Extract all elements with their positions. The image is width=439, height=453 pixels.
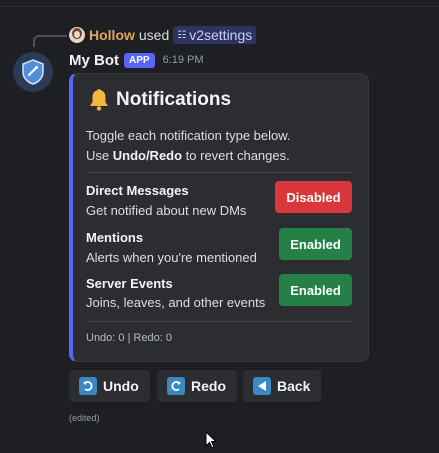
toggle-server-events-button[interactable]: Enabled [279, 274, 352, 306]
description-line-2: Use Undo/Redo to revert changes. [86, 146, 291, 166]
toggle-mentions-button[interactable]: Enabled [279, 228, 352, 260]
back-label: Back [277, 378, 311, 394]
command-name-label: v2settings [189, 27, 253, 43]
item-subtitle-server-events: Joins, leaves, and other events [86, 295, 266, 310]
redo-arrow-icon [167, 377, 185, 395]
top-divider [0, 6, 439, 7]
embed-title-text: Notifications [116, 89, 232, 110]
settings-embed: Notifications Toggle each notification t… [69, 73, 369, 362]
embed-footer: Undo: 0 | Redo: 0 [86, 332, 173, 344]
desc-use: Use [86, 148, 113, 163]
back-button[interactable]: Back [243, 370, 322, 402]
reply-connector [33, 35, 67, 47]
description-line-1: Toggle each notification type below. [86, 128, 291, 143]
command-user[interactable]: Hollow [89, 27, 135, 43]
undo-arrow-icon [79, 377, 97, 395]
mouse-cursor-icon [205, 431, 217, 449]
bot-avatar[interactable] [13, 52, 53, 92]
bell-icon [87, 88, 111, 112]
command-used-text: used [138, 27, 170, 43]
timestamp[interactable]: 6:19 PM [163, 54, 204, 66]
divider [86, 172, 352, 173]
command-invocation: Hollow used ☷ v2settings [69, 26, 257, 44]
desc-bold: Undo/Redo [112, 148, 183, 163]
redo-button[interactable]: Redo [157, 370, 237, 402]
embed-title: Notifications [87, 88, 231, 112]
slash-command-icon: ☷ [177, 29, 187, 41]
app-badge: APP [124, 52, 155, 68]
edited-marker: (edited) [69, 413, 100, 423]
item-subtitle-mentions: Alerts when you're mentioned [86, 250, 257, 265]
embed-description: Toggle each notification type below. Use… [86, 126, 291, 166]
user-avatar[interactable] [69, 27, 85, 43]
message-header: My Bot APP 6:19 PM [69, 50, 204, 70]
redo-label: Redo [191, 378, 226, 394]
item-subtitle-direct-messages: Get notified about new DMs [86, 203, 247, 218]
undo-label: Undo [103, 378, 139, 394]
back-arrow-icon [253, 377, 271, 395]
item-title-mentions: Mentions [86, 230, 144, 245]
desc-rest: to revert changes. [182, 148, 290, 163]
author-name[interactable]: My Bot [69, 52, 119, 69]
undo-button[interactable]: Undo [69, 370, 150, 402]
item-title-server-events: Server Events [86, 276, 173, 291]
item-title-direct-messages: Direct Messages [86, 183, 189, 198]
divider [86, 321, 352, 322]
toggle-direct-messages-button[interactable]: Disabled [275, 181, 352, 213]
shield-icon [22, 59, 44, 85]
command-name[interactable]: ☷ v2settings [173, 26, 257, 44]
